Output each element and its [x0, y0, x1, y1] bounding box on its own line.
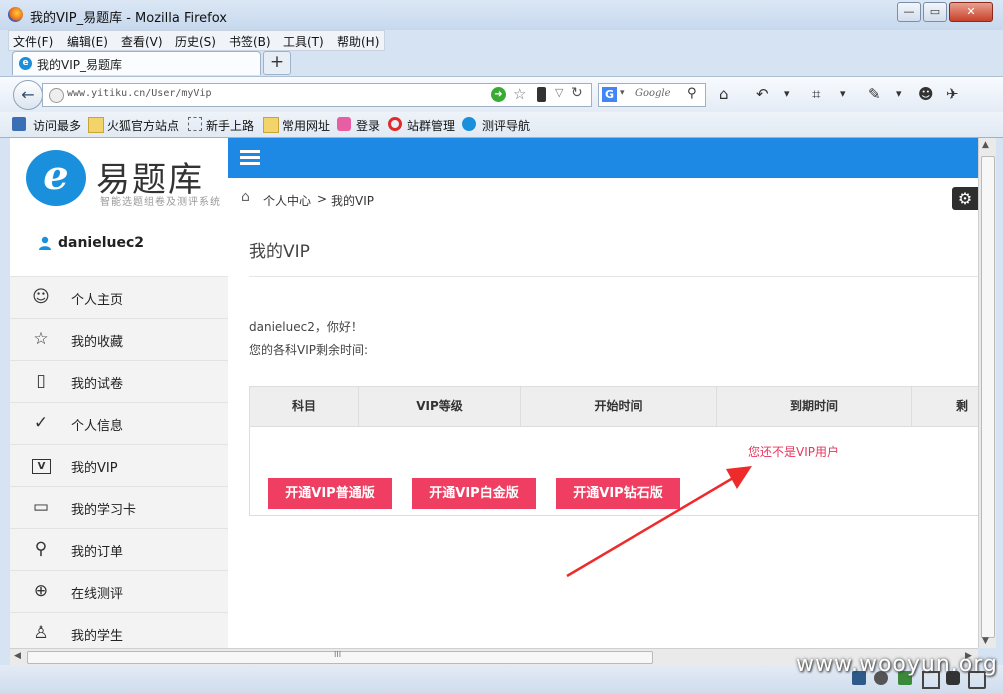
- bookmark-common-sites[interactable]: 常用网址: [282, 117, 330, 134]
- mobile-icon[interactable]: [537, 87, 546, 102]
- bookmark-getting-started[interactable]: 新手上路: [206, 117, 254, 134]
- folder-icon: [88, 117, 104, 133]
- bookmark-firefox-official[interactable]: 火狐官方站点: [107, 117, 179, 134]
- search-input[interactable]: Google: [635, 88, 671, 99]
- back-button[interactable]: ←: [13, 80, 43, 110]
- tab-my-vip[interactable]: e 我的VIP_易题库: [12, 51, 261, 75]
- navigation-bar: ← www.yitiku.cn/User/myVip ➜ ☆ ▽ ↻ G ▾ G…: [0, 76, 1003, 113]
- bookmark-login[interactable]: 登录: [356, 117, 380, 134]
- site-group-icon: [388, 117, 402, 131]
- menu-bookmarks[interactable]: 书签(B): [229, 33, 271, 50]
- engine-dropdown-icon[interactable]: ▾: [620, 88, 625, 98]
- horizontal-scroll-thumb[interactable]: III: [27, 650, 653, 664]
- menu-edit[interactable]: 编辑(E): [67, 33, 108, 50]
- menu-history[interactable]: 历史(S): [175, 33, 216, 50]
- tab-label: 我的VIP_易题库: [37, 58, 122, 72]
- vertical-scroll-thumb[interactable]: [981, 156, 995, 638]
- go-icon[interactable]: ➜: [491, 87, 506, 102]
- scroll-down-icon[interactable]: ▼: [982, 636, 989, 646]
- page-icon: [188, 117, 202, 131]
- minimize-button[interactable]: —: [897, 2, 921, 22]
- yitiku-icon: [462, 117, 476, 131]
- menubar: 文件(F) 编辑(E) 查看(V) 历史(S) 书签(B) 工具(T) 帮助(H…: [8, 30, 385, 51]
- watermark: www.wooyun.org: [796, 652, 998, 677]
- url-bar[interactable]: www.yitiku.cn/User/myVip ➜ ☆ ▽ ↻: [42, 83, 592, 107]
- menu-tools[interactable]: 工具(T): [283, 33, 324, 50]
- window-title: 我的VIP_易题库 - Mozilla Firefox: [30, 11, 227, 26]
- home-icon[interactable]: ⌂: [719, 85, 729, 103]
- plane-icon[interactable]: ✈: [946, 85, 959, 103]
- google-icon[interactable]: G: [602, 87, 617, 102]
- close-button[interactable]: ✕: [949, 2, 993, 22]
- bookmark-site-group[interactable]: 站群管理: [407, 117, 455, 134]
- search-bar[interactable]: G ▾ Google ⚲: [598, 83, 706, 107]
- search-icon[interactable]: ⚲: [687, 86, 697, 101]
- pen-icon[interactable]: ✎: [868, 85, 881, 103]
- vertical-scrollbar[interactable]: ▲ ▼: [978, 138, 996, 648]
- web-page: e 易题库 智能选题组卷及测评系统 danieluec2 ☺ 个人主页 ☆ 我的…: [10, 138, 978, 648]
- reload-icon[interactable]: ↻: [571, 85, 583, 101]
- menu-file[interactable]: 文件(F): [13, 33, 53, 50]
- site-favicon-icon: e: [19, 57, 32, 70]
- undo-icon[interactable]: ↶: [756, 85, 769, 103]
- undo-dropdown-icon[interactable]: ▾: [784, 87, 790, 100]
- bookmark-test-nav[interactable]: 测评导航: [482, 117, 530, 134]
- scroll-grip: III: [334, 650, 342, 659]
- url-text[interactable]: www.yitiku.cn/User/myVip: [67, 88, 212, 99]
- rabbit-icon: [337, 117, 351, 131]
- window-titlebar: 我的VIP_易题库 - Mozilla Firefox — ▭ ✕: [0, 0, 1003, 30]
- new-tab-button[interactable]: +: [263, 51, 291, 75]
- firefox-logo-icon: [8, 7, 23, 22]
- pen-dropdown-icon[interactable]: ▾: [896, 87, 902, 100]
- maximize-button[interactable]: ▭: [923, 2, 947, 22]
- tab-strip: e 我的VIP_易题库 +: [0, 50, 1003, 76]
- bookmark-star-icon[interactable]: ☆: [513, 85, 526, 103]
- folder-icon: [263, 117, 279, 133]
- scroll-left-icon[interactable]: ◀: [14, 651, 21, 661]
- menu-view[interactable]: 查看(V): [121, 33, 163, 50]
- bookmark-most-visited[interactable]: 访问最多: [33, 117, 81, 134]
- scroll-up-icon[interactable]: ▲: [982, 140, 989, 150]
- bookmarks-bar: 访问最多 火狐官方站点 新手上路 常用网址 登录 站群管理 测评导航: [0, 112, 1003, 138]
- most-visited-icon: [12, 117, 26, 131]
- chat-icon[interactable]: ☻: [918, 85, 934, 103]
- annotation-arrow: [566, 466, 752, 578]
- menu-help[interactable]: 帮助(H): [337, 33, 379, 50]
- url-dropdown-icon[interactable]: ▽: [555, 86, 563, 99]
- globe-icon: [49, 88, 64, 103]
- crop-icon[interactable]: ⌗: [812, 85, 820, 103]
- crop-dropdown-icon[interactable]: ▾: [840, 87, 846, 100]
